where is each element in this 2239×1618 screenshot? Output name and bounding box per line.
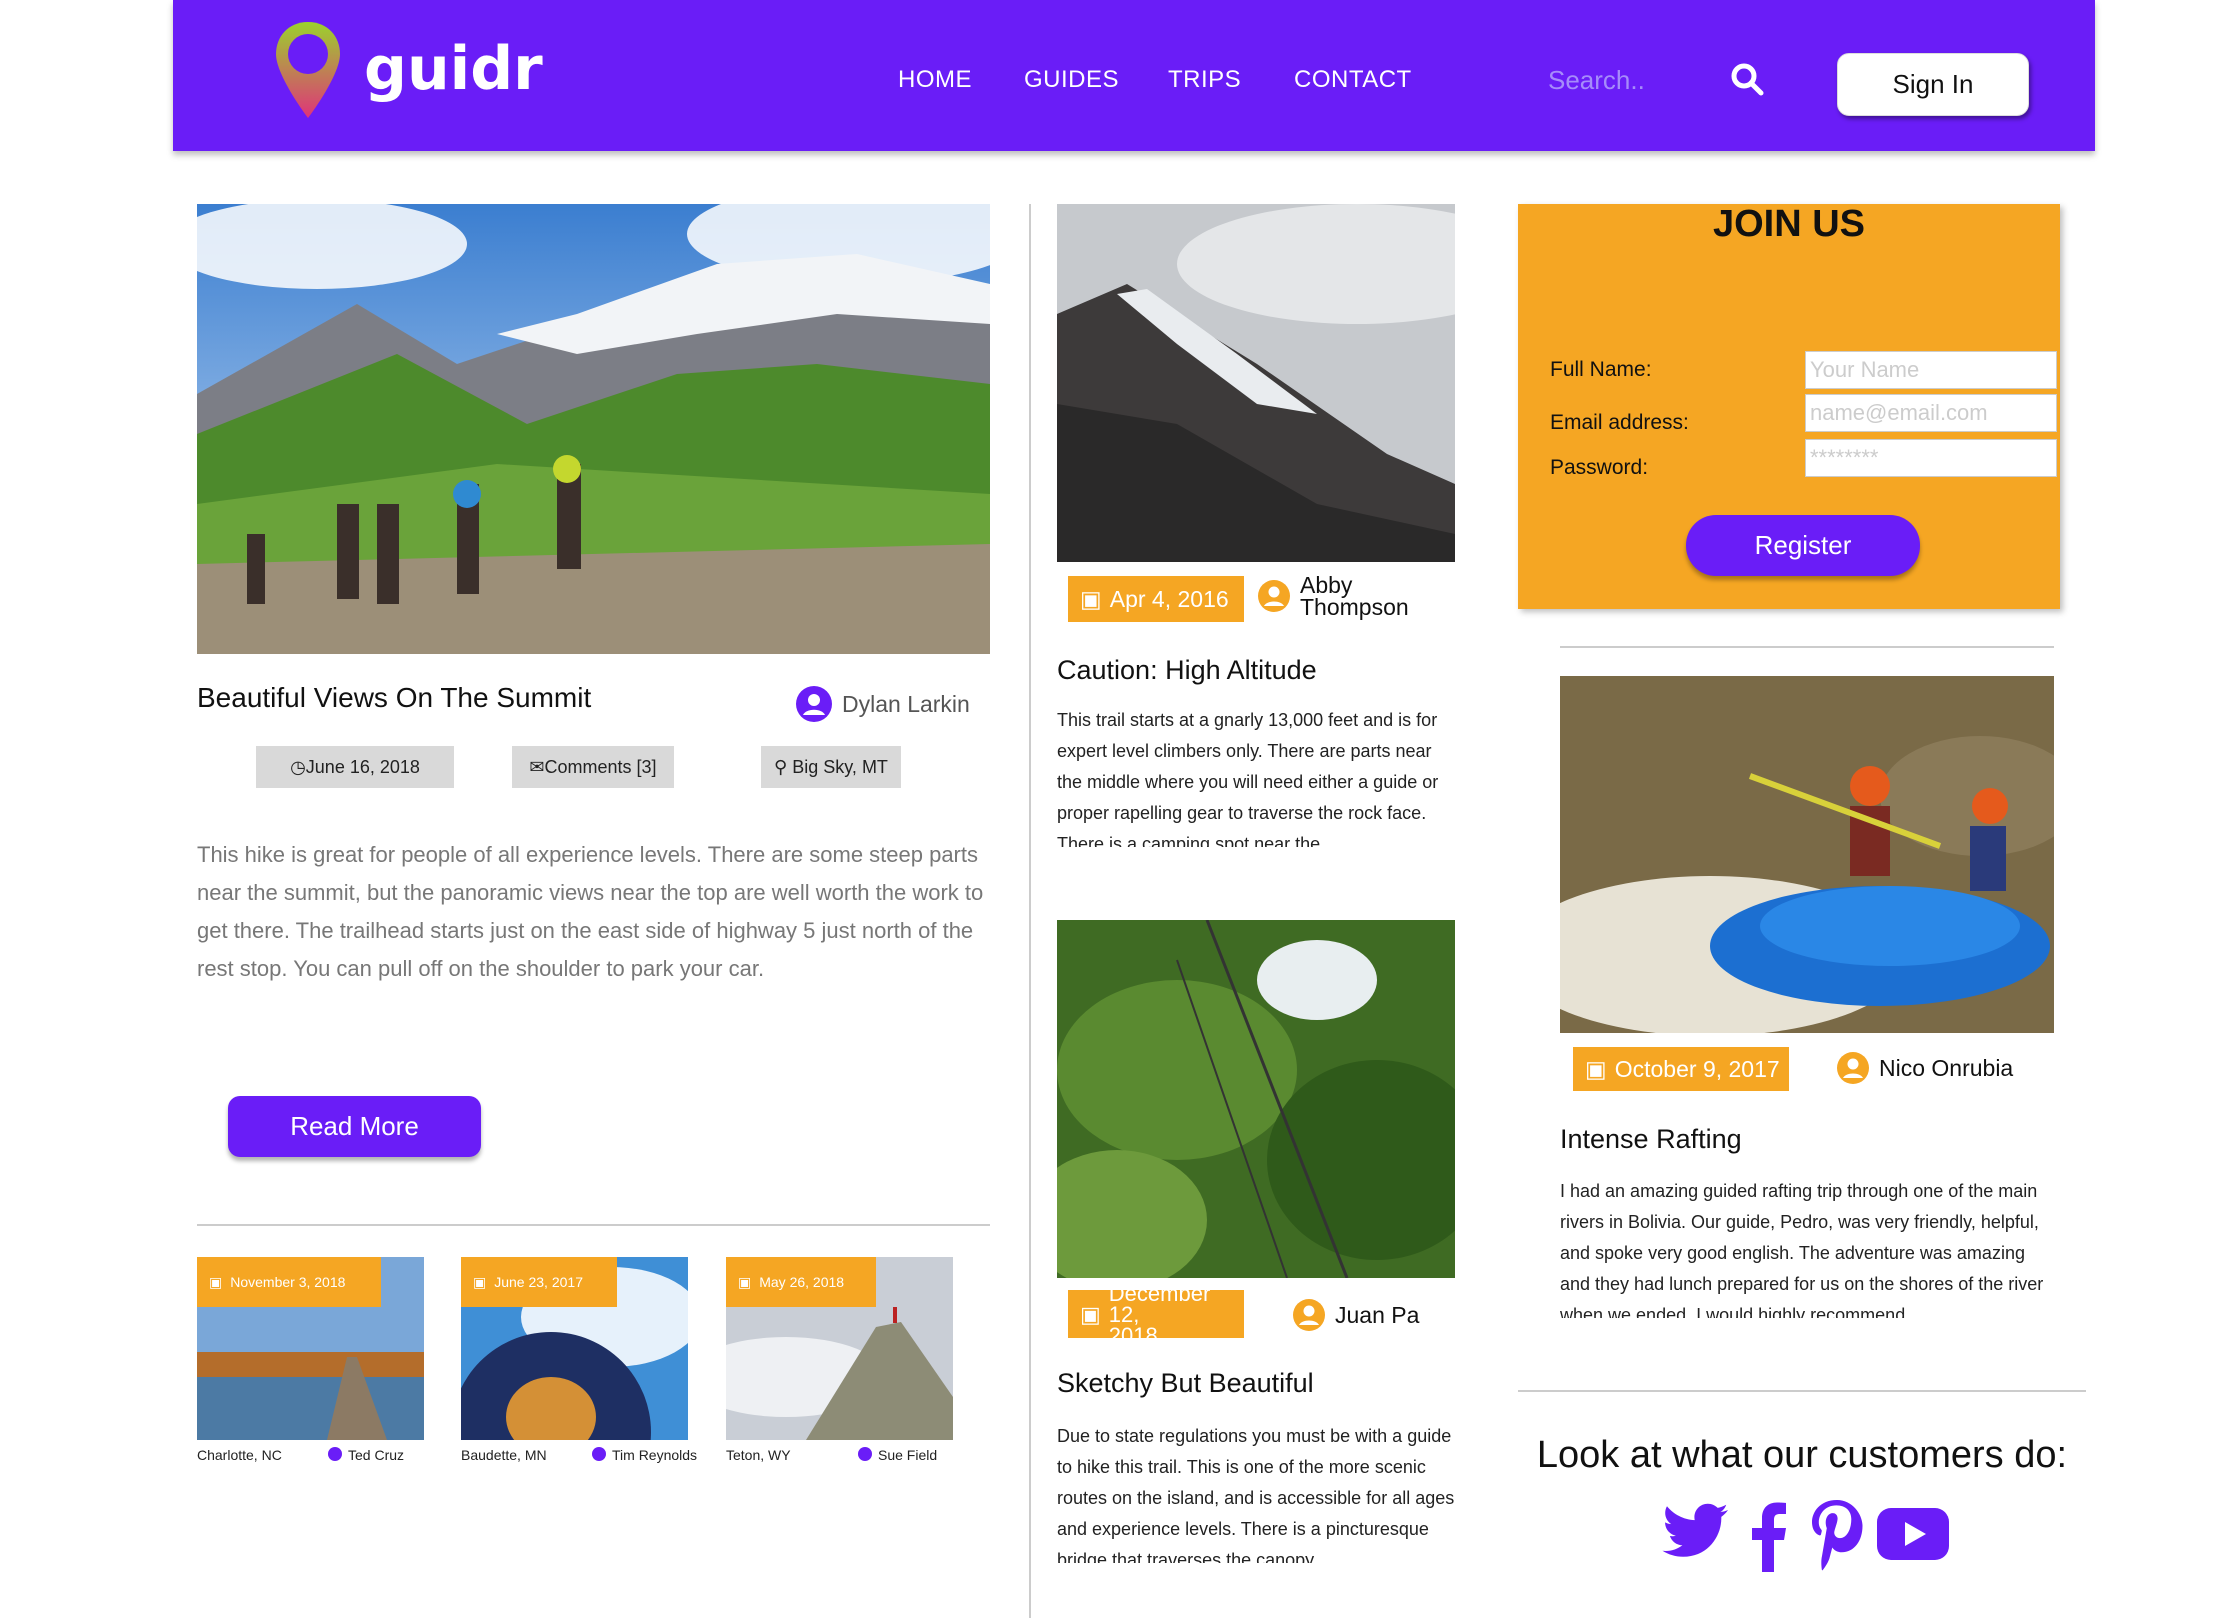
pin-icon: ⚲ (774, 757, 788, 777)
comments-icon: ✉ (529, 757, 545, 777)
facebook-icon[interactable] (1748, 1500, 1788, 1572)
small-post-location-3: Teton, WY (726, 1447, 791, 1463)
post-body: Due to state regulations you must be wit… (1057, 1426, 1455, 1563)
user-icon (1258, 580, 1290, 612)
camera-icon: ▣ (738, 1273, 752, 1290)
summit-hike-photo (197, 204, 990, 654)
divider (1560, 646, 2054, 648)
camera-icon: ▣ (473, 1273, 487, 1290)
user-icon (1293, 1299, 1325, 1331)
post-date-badge: ▣ October 9, 2017 (1573, 1047, 1789, 1091)
divider (197, 1224, 990, 1226)
brand-name[interactable]: guidr (364, 34, 543, 104)
small-post-author-3: Sue Field (858, 1447, 937, 1463)
email-input[interactable] (1805, 394, 2057, 432)
post-title[interactable]: Intense Rafting (1560, 1124, 1742, 1155)
jungle-bridge-photo[interactable] (1057, 920, 1455, 1278)
column-divider (1029, 204, 1031, 1618)
small-author-text: Tim Reynolds (612, 1447, 698, 1463)
full-name-label: Full Name: (1550, 358, 1652, 381)
clock-icon: ◷ (290, 757, 306, 777)
nav-home[interactable]: HOME (898, 66, 972, 94)
post-body: This hike is great for people of all exp… (197, 842, 984, 981)
post-body: I had an amazing guided rafting trip thr… (1560, 1181, 2044, 1318)
post-author: Abby Thompson (1258, 572, 1409, 620)
comments-tag[interactable]: ✉Comments [3] (512, 746, 674, 788)
small-date-text: June 23, 2017 (494, 1274, 583, 1290)
join-title: JOIN US (1712, 203, 1866, 245)
nav-contact[interactable]: CONTACT (1294, 66, 1412, 94)
location-text: Big Sky, MT (792, 757, 888, 777)
small-post-author-1: Ted Cruz (328, 1447, 404, 1463)
post-date-badge: ▣ Apr 4, 2016 (1068, 576, 1244, 622)
date-line-2: 2018 (1108, 1322, 1158, 1348)
rafting-photo[interactable] (1560, 676, 2054, 1033)
small-author-text: Sue Field (878, 1447, 938, 1463)
author-name: Nico Onrubia (1879, 1054, 2014, 1081)
small-post-location-2: Baudette, MN (461, 1447, 547, 1463)
small-date-text: May 26, 2018 (759, 1274, 845, 1290)
author-name: Juan Pa (1335, 1301, 1420, 1328)
user-icon (592, 1447, 606, 1461)
youtube-icon[interactable] (1876, 1506, 1950, 1562)
nav-guides[interactable]: GUIDES (1024, 66, 1119, 94)
small-post-date-2: ▣ June 23, 2017 (461, 1257, 617, 1307)
search-input[interactable] (1548, 60, 1698, 100)
post-author: Juan Pa (1293, 1299, 1419, 1331)
register-button[interactable]: Register (1686, 515, 1920, 576)
date-text: June 16, 2018 (305, 757, 420, 777)
camera-icon: ▣ (209, 1273, 223, 1290)
password-label: Password: (1550, 456, 1649, 479)
post-author: Nico Onrubia (1837, 1052, 2013, 1084)
date-tag: ◷June 16, 2018 (256, 746, 454, 788)
author-first: Abby (1300, 572, 1353, 598)
post-author: Dylan Larkin (796, 686, 970, 722)
email-label: Email address: (1550, 411, 1689, 434)
small-post-location-1: Charlotte, NC (197, 1447, 282, 1463)
author-last: Thompson (1300, 594, 1409, 620)
post-title[interactable]: Caution: High Altitude (1057, 655, 1317, 686)
camera-icon: ▣ (1080, 585, 1102, 612)
camera-icon: ▣ (1080, 1301, 1101, 1327)
social-heading: Look at what our customers do: (1536, 1434, 2068, 1476)
post-title[interactable]: Beautiful Views On The Summit (197, 682, 591, 714)
small-post-date-1: ▣ November 3, 2018 (197, 1257, 381, 1307)
user-icon (858, 1447, 872, 1461)
read-more-button[interactable]: Read More (228, 1096, 481, 1157)
author-name: Dylan Larkin (842, 690, 970, 717)
nav-trips[interactable]: TRIPS (1168, 66, 1241, 94)
camera-icon: ▣ (1585, 1055, 1607, 1082)
user-icon (328, 1447, 342, 1461)
full-name-input[interactable] (1805, 351, 2057, 389)
location-tag: ⚲ Big Sky, MT (761, 746, 901, 788)
high-altitude-photo[interactable] (1057, 204, 1455, 562)
pinterest-icon[interactable] (1808, 1498, 1864, 1572)
user-icon (796, 686, 832, 722)
small-author-text: Ted Cruz (348, 1447, 405, 1463)
map-pin-logo-icon[interactable] (272, 18, 344, 122)
twitter-icon[interactable] (1660, 1502, 1730, 1566)
user-icon (1837, 1052, 1869, 1084)
divider (1518, 1390, 2086, 1392)
search-icon[interactable] (1730, 62, 1764, 96)
date-line-1: December 12, (1108, 1280, 1211, 1327)
small-post-author-2: Tim Reynolds (592, 1447, 697, 1463)
post-body: This trail starts at a gnarly 13,000 fee… (1057, 710, 1439, 847)
date-text: October 9, 2017 (1614, 1055, 1780, 1082)
small-date-text: November 3, 2018 (230, 1274, 346, 1290)
small-post-date-3: ▣ May 26, 2018 (726, 1257, 876, 1307)
date-text: Apr 4, 2016 (1109, 585, 1229, 612)
post-title[interactable]: Sketchy But Beautiful (1057, 1368, 1314, 1399)
post-date-badge: ▣ December 12, 2018 (1068, 1282, 1244, 1346)
password-input[interactable] (1805, 439, 2057, 477)
sign-in-button[interactable]: Sign In (1837, 53, 2029, 116)
comments-text: Comments [3] (544, 757, 657, 777)
